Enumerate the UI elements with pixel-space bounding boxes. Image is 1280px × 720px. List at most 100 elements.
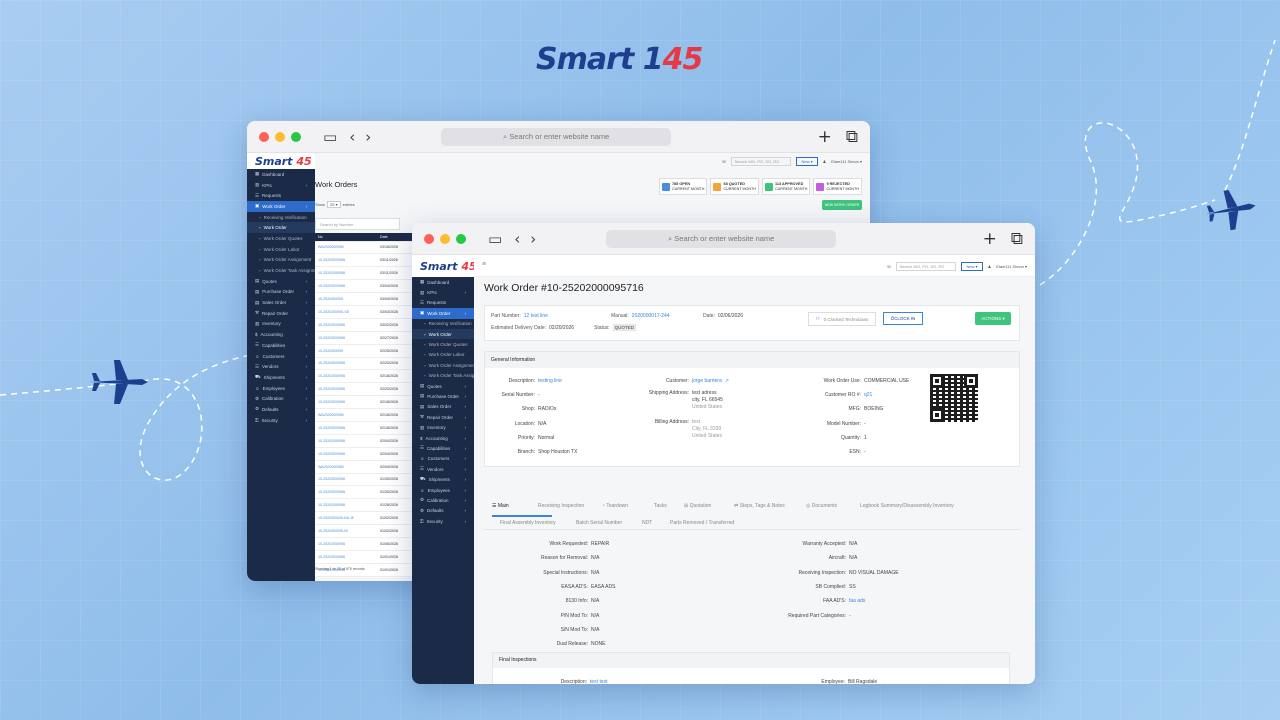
tab-final-assembly-inventory[interactable]: Final Assembly Inventory [500,520,556,526]
sidebar-item-security[interactable]: ⚿ Security › [247,415,315,426]
table-row[interactable]: 10-25202000956 01/30/2026 [315,485,415,500]
close-dot[interactable] [424,233,434,244]
table-row[interactable]: 10-25202000956 01/28/2026 [315,498,415,513]
minimize-dot[interactable] [440,233,450,244]
sidebar-item-customers[interactable]: ☺ Customers › [247,351,315,362]
global-search-input[interactable]: Search WO, PO, SO, RO [896,262,957,271]
stat-open[interactable]: 785 OPEN CURRENT MONTH [658,178,708,195]
sidebar-item-quotes[interactable]: ▤ Quotes › [412,381,474,391]
sidebar-item-customers[interactable]: ☺ Customers › [412,454,474,464]
work-order-number[interactable]: WA2020000956 [315,460,377,474]
work-order-number[interactable]: 10-2520200095 [315,292,377,306]
work-order-number[interactable]: 10-25202000956 [315,550,377,564]
forward-icon[interactable]: › [365,128,371,146]
work-order-number[interactable]: 10-25202000956 [315,447,377,461]
minimize-dot[interactable] [275,131,285,142]
forward-icon[interactable]: › [530,230,536,248]
work-order-number[interactable]: 10-25202000956 [315,498,377,513]
sidebar-item-requests[interactable]: ☰ Requests [247,190,315,201]
sidebar-item-kpis[interactable]: ▥ KPIs › [247,180,315,191]
manual-link[interactable]: 2020000017-244 [632,313,670,319]
sidebar-item-employees[interactable]: ☺ Employees › [247,383,315,394]
new-tab-icon[interactable]: + [818,127,832,147]
actions-button[interactable]: ACTIONS ▾ [975,312,1011,325]
sidebar-toggle-icon[interactable]: ▭ [323,128,337,146]
table-row[interactable]: 10-25202000956 02/04/2026 [315,434,415,448]
stat-approved[interactable]: 113 APPROVED CURRENT MONTH [761,178,811,195]
menu-icon[interactable]: ≡ [482,261,486,268]
new-button[interactable]: New ▾ [796,157,818,166]
tab-quotation[interactable]: ⊞ Quotation [684,503,711,509]
sidebar-item-work-order-task-assignment[interactable]: ▫Work Order Task Assignment [247,265,315,276]
clock-in-button[interactable]: ⏱ CLOCK IN [883,312,923,325]
sidebar-item-security[interactable]: ⚿ Security › [412,516,474,526]
stat-rejected[interactable]: 9 REJECTED CURRENT MONTH [813,178,862,195]
tab-documents[interactable]: ◎ Documents [806,503,837,509]
sidebar-item-dashboard[interactable]: ▦ Dashboard [247,169,315,180]
sidebar-toggle-icon[interactable]: ▭ [488,230,502,248]
sidebar-item-sales-order[interactable]: ▤ Sales Order › [247,297,315,308]
work-order-number[interactable]: 10-2520200095-BI [315,524,377,538]
table-row[interactable]: 10-25202000956 02/20/2026 [315,382,415,397]
work-order-number[interactable]: 10-25202000956 [315,279,377,294]
tabs-icon[interactable]: ⧉ [1011,229,1023,249]
sidebar-item-work-order-quotes[interactable]: ▫ Work Order Quotes [247,233,315,244]
sidebar-item-repair-order[interactable]: ⚒ Repair Order › [412,412,474,422]
work-order-number[interactable]: WA2020000956 [315,408,377,422]
sidebar-item-defaults[interactable]: ⚙ Defaults › [247,404,315,415]
sidebar-item-dashboard[interactable]: ▦ Dashboard [412,277,474,287]
tab-tasks[interactable]: Tasks [654,503,667,509]
sidebar-item-work-order-labor[interactable]: ▫ Work Order Labor [247,244,315,255]
col-no[interactable]: No [315,233,377,242]
table-row[interactable]: WA2020000956 02/04/2026 [315,460,415,474]
table-row[interactable]: 10-25202000956 02/04/2026 [315,447,415,461]
table-row[interactable]: 10-25202000956 03/02/2026 [315,318,415,332]
work-order-number[interactable]: 10-25202000956 [315,369,377,384]
external-link-icon[interactable]: ↗ [725,378,729,384]
work-order-number[interactable]: 10-2520200095-S8 [315,305,377,319]
maximize-dot[interactable] [291,131,301,142]
sidebar-item-work-order[interactable]: ▫ Work Order [412,328,474,340]
work-order-number[interactable]: 10-25202000956 [315,434,377,448]
close-dot[interactable] [259,131,269,142]
sidebar-item-receiving-verification[interactable]: ▫ Receiving Verification [247,212,315,223]
user-menu[interactable]: Elam111 Simon ▾ [831,159,862,164]
bell-icon[interactable]: ☏ [886,264,891,269]
sidebar-item-capabilities[interactable]: ☰ Capabilities › [412,443,474,453]
address-bar[interactable]: ⌕ Search or enter website name [606,229,837,248]
sidebar-item-work-order-labor[interactable]: ▫ Work Order Labor [412,350,474,360]
user-menu[interactable]: Elam111 Simon ▾ [996,264,1027,269]
sidebar-item-purchase-order[interactable]: ▤ Purchase Order › [247,287,315,298]
sidebar-item-calibration[interactable]: ⚙ Calibration › [247,393,315,404]
work-order-number[interactable]: 10-25202000956 [315,485,377,500]
entries-select[interactable]: 25 ▾ [327,201,341,208]
work-order-number[interactable]: 10-2520200095 [315,344,377,358]
sidebar-item-requests[interactable]: ☰ Requests [412,298,474,308]
sidebar-item-work-order-assignment[interactable]: ▫ Work Order Assignment [412,360,474,370]
sidebar-item-shipments[interactable]: ⛟ Shipments › [412,474,474,484]
sidebar-item-work-order[interactable]: ▣ Work Order › [412,308,474,319]
table-row[interactable]: 10-25202000956 02/20/2026 [315,357,415,371]
back-icon[interactable]: ‹ [349,128,355,146]
sidebar-item-work-order-quotes[interactable]: ▫ Work Order Quotes [412,339,474,349]
table-row[interactable]: 10-25202000956 03/04/2026 [315,279,415,294]
table-row[interactable]: 10-25202000956 02/18/2026 [315,421,415,435]
table-row[interactable]: 10-25202000956 03/11/2026 [315,253,415,268]
tab-teardown[interactable]: ◔ Teardown [602,503,628,509]
table-row[interactable]: 10-2520200095-BU-IE 01/02/2026 [315,511,415,526]
sidebar-item-inventory[interactable]: ▥ Inventory › [412,422,474,432]
sidebar-item-inventory[interactable]: ▥ Inventory › [247,319,315,330]
sidebar-item-shipments[interactable]: ⛟ Shipments › [247,372,315,383]
work-order-number[interactable]: 10-25202000956 [315,421,377,435]
table-row[interactable]: 10-25202000956 02/27/2026 [315,331,415,345]
maximize-dot[interactable] [456,233,466,244]
work-order-number[interactable]: 10-25202000956 [315,473,377,487]
sidebar-item-accounting[interactable]: $ Accounting › [247,329,315,340]
number-search-input[interactable]: Search by Number [315,218,400,230]
table-row[interactable]: 10-25202000956 01/30/2026 [315,473,415,487]
sidebar-item-accounting[interactable]: $ Accounting › [412,433,474,443]
sidebar-item-kpis[interactable]: ▥ KPIs › [412,287,474,297]
sidebar-item-purchase-order[interactable]: ▤ Purchase Order › [412,391,474,401]
customer-link[interactable]: jorge barriera [692,378,722,384]
work-order-number[interactable]: 10-25202000956 [315,357,377,371]
